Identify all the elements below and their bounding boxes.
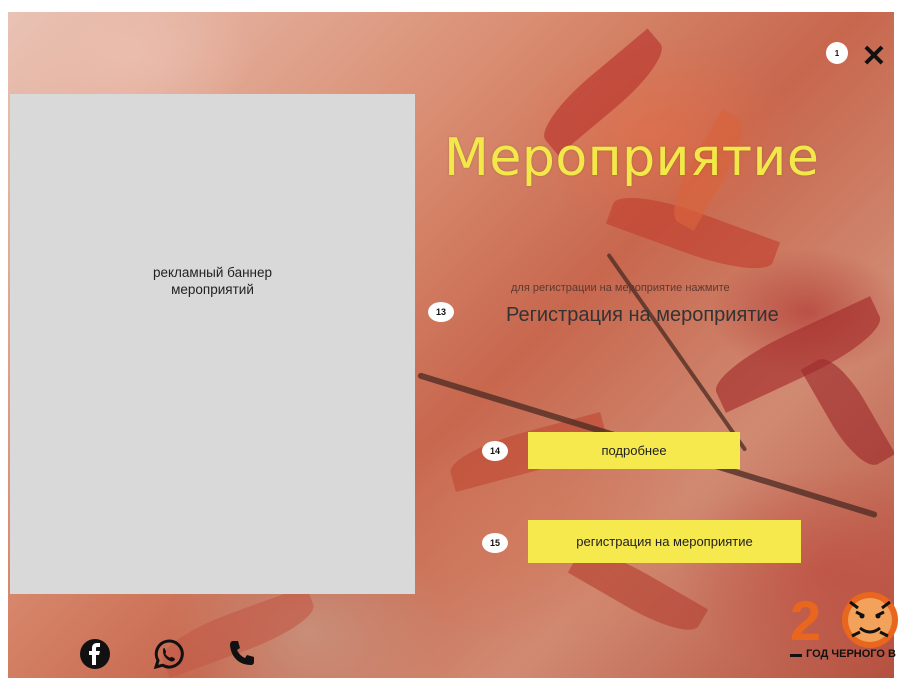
banner-line-1: рекламный баннер bbox=[152, 265, 273, 280]
ad-banner[interactable]: рекламный баннер мероприятий bbox=[10, 94, 415, 594]
details-button[interactable]: подробнее bbox=[528, 432, 740, 469]
close-button[interactable]: ✕ bbox=[856, 38, 892, 74]
svg-text:2: 2 bbox=[790, 589, 821, 652]
registration-heading[interactable]: Регистрация на мероприятие bbox=[506, 304, 779, 327]
phone-icon[interactable] bbox=[226, 638, 258, 670]
annotation-marker-15: 15 bbox=[482, 533, 508, 553]
annotation-marker-1: 1 bbox=[826, 42, 848, 64]
close-icon: ✕ bbox=[861, 39, 887, 73]
page-title: Мероприятие bbox=[444, 128, 820, 188]
register-button[interactable]: регистрация на мероприятие bbox=[528, 520, 801, 563]
whatsapp-icon[interactable] bbox=[153, 638, 185, 670]
registration-hint: для регистрации на мероприятие нажмите bbox=[511, 282, 730, 294]
year-logo: 2 ГОД ЧЕРНОГО В bbox=[790, 582, 900, 672]
logo-caption: ГОД ЧЕРНОГО В bbox=[806, 648, 896, 660]
annotation-marker-13: 13 bbox=[428, 302, 454, 322]
annotation-marker-14: 14 bbox=[482, 441, 508, 461]
banner-text: рекламный баннер мероприятий bbox=[10, 264, 415, 298]
banner-line-2: мероприятий bbox=[171, 282, 254, 297]
facebook-icon[interactable] bbox=[79, 638, 111, 670]
